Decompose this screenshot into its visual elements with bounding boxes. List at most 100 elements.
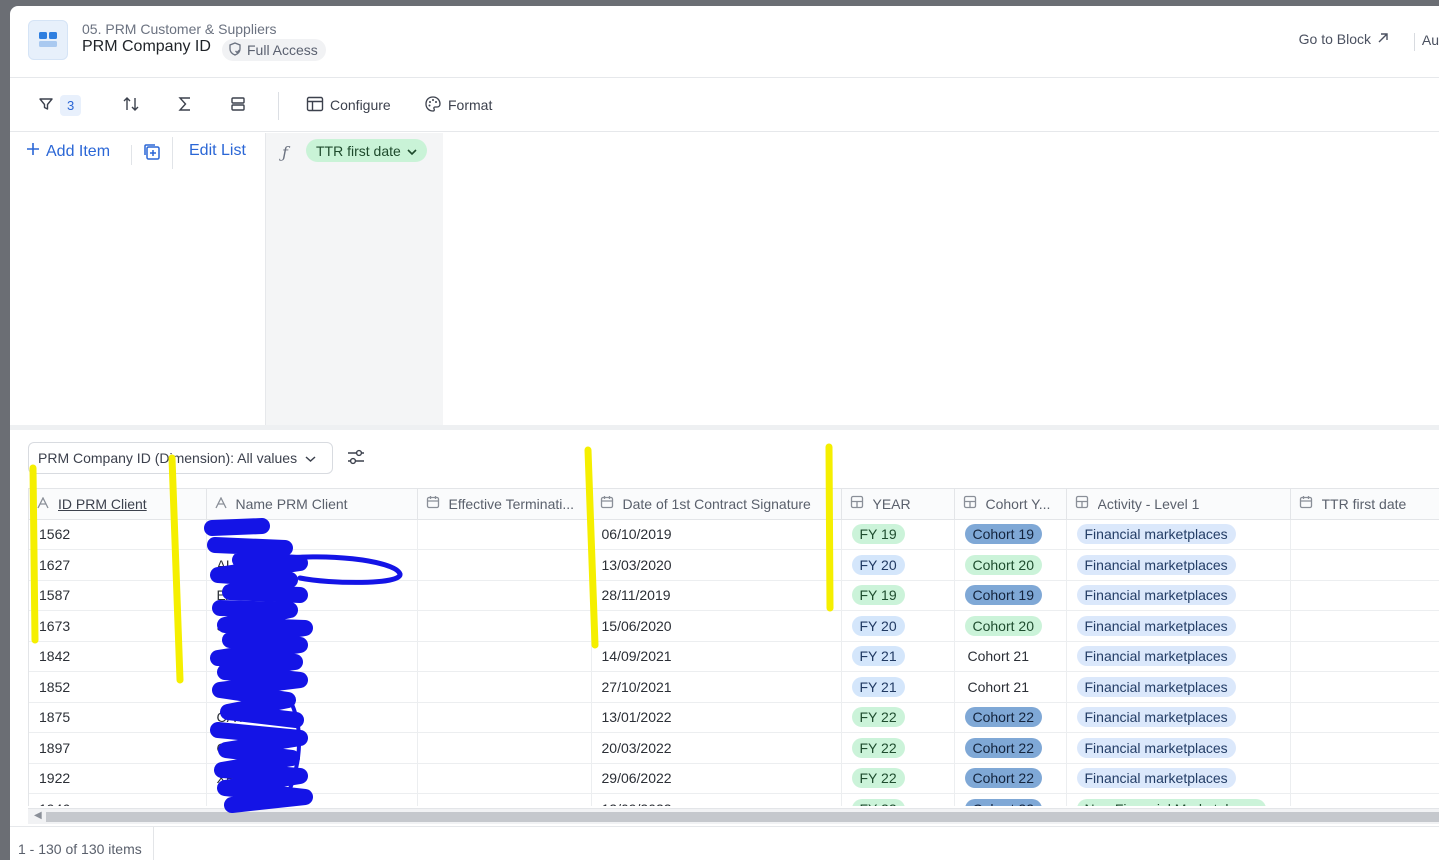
activity-cell[interactable]: Financial marketplaces [1066,549,1291,581]
property-selector[interactable]: TTR first date [306,139,427,162]
activity-cell[interactable]: Financial marketplaces [1066,702,1291,733]
group-rows-button[interactable] [230,92,246,118]
termination-date-cell[interactable] [417,763,592,794]
cohort-cell[interactable]: Cohort 20 [954,549,1067,581]
table-row[interactable]: 1875 CA NOVA 13/01/2022 FY 22 Cohort 22 Finan… [29,702,1439,733]
name-cell[interactable]: CA NOVA [206,702,418,733]
activity-cell[interactable]: Financial marketplaces [1066,763,1291,794]
cohort-cell[interactable]: Cohort 22 [954,732,1067,764]
ttr-date-cell[interactable] [1290,732,1439,764]
table-row[interactable]: 1587 EA 28/11/2019 FY 19 Cohort 19 Financial … [29,580,1439,611]
name-cell[interactable] [206,793,418,806]
contract-date-cell[interactable]: 20/03/2022 [591,732,842,764]
name-cell[interactable]: XP FUNDING [206,763,418,794]
cohort-cell[interactable]: Cohort 20 [954,610,1067,642]
access-badge[interactable]: Full Access [222,39,326,61]
id-cell[interactable]: 1627 [29,549,207,581]
column-header[interactable]: TTR first date [1290,489,1439,520]
column-header[interactable]: Cohort Y... [954,489,1067,520]
column-header[interactable]: ID PRM Client [29,489,207,520]
id-cell[interactable]: 1852 [29,671,207,703]
year-cell[interactable]: FY 19 [841,580,955,611]
cohort-cell[interactable]: Cohort 22 [954,763,1067,794]
pane-splitter[interactable] [10,425,1439,430]
id-cell[interactable]: 1562 [29,519,207,550]
id-cell[interactable]: 1897 [29,732,207,764]
table-row[interactable]: 1852 CE 27/10/2021 FY 21 Cohort 21 Financial … [29,671,1439,703]
activity-cell[interactable]: Financial marketplaces [1066,732,1291,764]
column-header[interactable]: YEAR [841,489,955,520]
termination-date-cell[interactable] [417,702,592,733]
contract-date-cell[interactable]: 28/11/2019 [591,580,842,611]
scroll-left-icon[interactable]: ◀ [34,810,42,821]
year-cell[interactable]: FY 22 [841,732,955,764]
table-row[interactable]: 1673 SRL 15/06/2020 FY 20 Cohort 20 Financial… [29,610,1439,642]
column-header[interactable]: Activity - Level 1 [1066,489,1291,520]
dimension-filter-select[interactable]: PRM Company ID (Dimension): All values [28,442,333,474]
name-cell[interactable]: AL [206,549,418,581]
activity-cell[interactable]: Financial marketplaces [1066,610,1291,642]
termination-date-cell[interactable] [417,519,592,550]
add-item-button[interactable]: Add Item [26,142,110,161]
formula-editor[interactable] [443,133,1439,429]
configure-button[interactable]: Configure [306,92,391,118]
year-cell[interactable]: FY 21 [841,671,955,703]
column-header[interactable]: Date of 1st Contract Signature [591,489,842,520]
name-cell[interactable] [206,519,418,550]
year-cell[interactable]: FY 22 [841,702,955,733]
contract-date-cell[interactable]: 27/10/2021 [591,671,842,703]
id-cell[interactable]: 1587 [29,580,207,611]
ttr-date-cell[interactable] [1290,793,1439,806]
ttr-date-cell[interactable] [1290,763,1439,794]
ttr-date-cell[interactable] [1290,519,1439,550]
cohort-cell[interactable]: Cohort 22 [954,793,1067,806]
table-row[interactable]: 1946 12/09/2022 FY 22 Cohort 22 Non-Financia… [29,793,1439,806]
id-cell[interactable]: 1922 [29,763,207,794]
year-cell[interactable]: FY 21 [841,641,955,672]
table-row[interactable]: 1922 XP FUNDING 29/06/2022 FY 22 Cohort 22 Fi… [29,763,1439,794]
year-cell[interactable]: FY 22 [841,793,955,806]
table-row[interactable]: 1842 NE D SRL 14/09/2021 FY 21 Cohort 21 Fina… [29,641,1439,672]
ttr-date-cell[interactable] [1290,610,1439,642]
horizontal-scrollbar[interactable]: ◀ [28,808,1439,824]
edit-list-button[interactable]: Edit List [189,142,246,160]
scrollbar-thumb[interactable] [46,812,1439,822]
contract-date-cell[interactable]: 29/06/2022 [591,763,842,794]
termination-date-cell[interactable] [417,549,592,581]
id-cell[interactable]: 1673 [29,610,207,642]
name-cell[interactable]: CE [206,671,418,703]
breadcrumb[interactable]: 05. PRM Customer & Suppliers [82,21,277,37]
activity-cell[interactable]: Financial marketplaces [1066,671,1291,703]
ttr-date-cell[interactable] [1290,549,1439,581]
cohort-cell[interactable]: Cohort 19 [954,580,1067,611]
contract-date-cell[interactable]: 12/09/2022 [591,793,842,806]
dimension-settings-button[interactable] [346,448,366,469]
cohort-cell[interactable]: Cohort 22 [954,702,1067,733]
activity-cell[interactable]: Financial marketplaces [1066,519,1291,550]
id-cell[interactable]: 1946 [29,793,207,806]
go-to-block-button[interactable]: Go to Block [1299,31,1389,47]
header-truncated-action[interactable]: Au [1422,32,1439,48]
column-header[interactable]: Name PRM Client [206,489,418,520]
year-cell[interactable]: FY 20 [841,610,955,642]
name-cell[interactable]: ONS [206,732,418,764]
sort-button[interactable] [122,92,140,118]
termination-date-cell[interactable] [417,610,592,642]
id-cell[interactable]: 1842 [29,641,207,672]
year-cell[interactable]: FY 20 [841,549,955,581]
name-cell[interactable]: EA [206,580,418,611]
table-row[interactable]: 1562 06/10/2019 FY 19 Cohort 19 Financial ma… [29,519,1439,550]
ttr-date-cell[interactable] [1290,702,1439,733]
contract-date-cell[interactable]: 15/06/2020 [591,610,842,642]
add-multiple-button[interactable] [142,142,162,165]
termination-date-cell[interactable] [417,580,592,611]
format-button[interactable]: Format [424,92,492,118]
id-cell[interactable]: 1875 [29,702,207,733]
termination-date-cell[interactable] [417,732,592,764]
termination-date-cell[interactable] [417,671,592,703]
termination-date-cell[interactable] [417,641,592,672]
filter-button[interactable]: 3 [38,92,82,118]
column-header[interactable]: Effective Terminati... [417,489,592,520]
year-cell[interactable]: FY 19 [841,519,955,550]
year-cell[interactable]: FY 22 [841,763,955,794]
